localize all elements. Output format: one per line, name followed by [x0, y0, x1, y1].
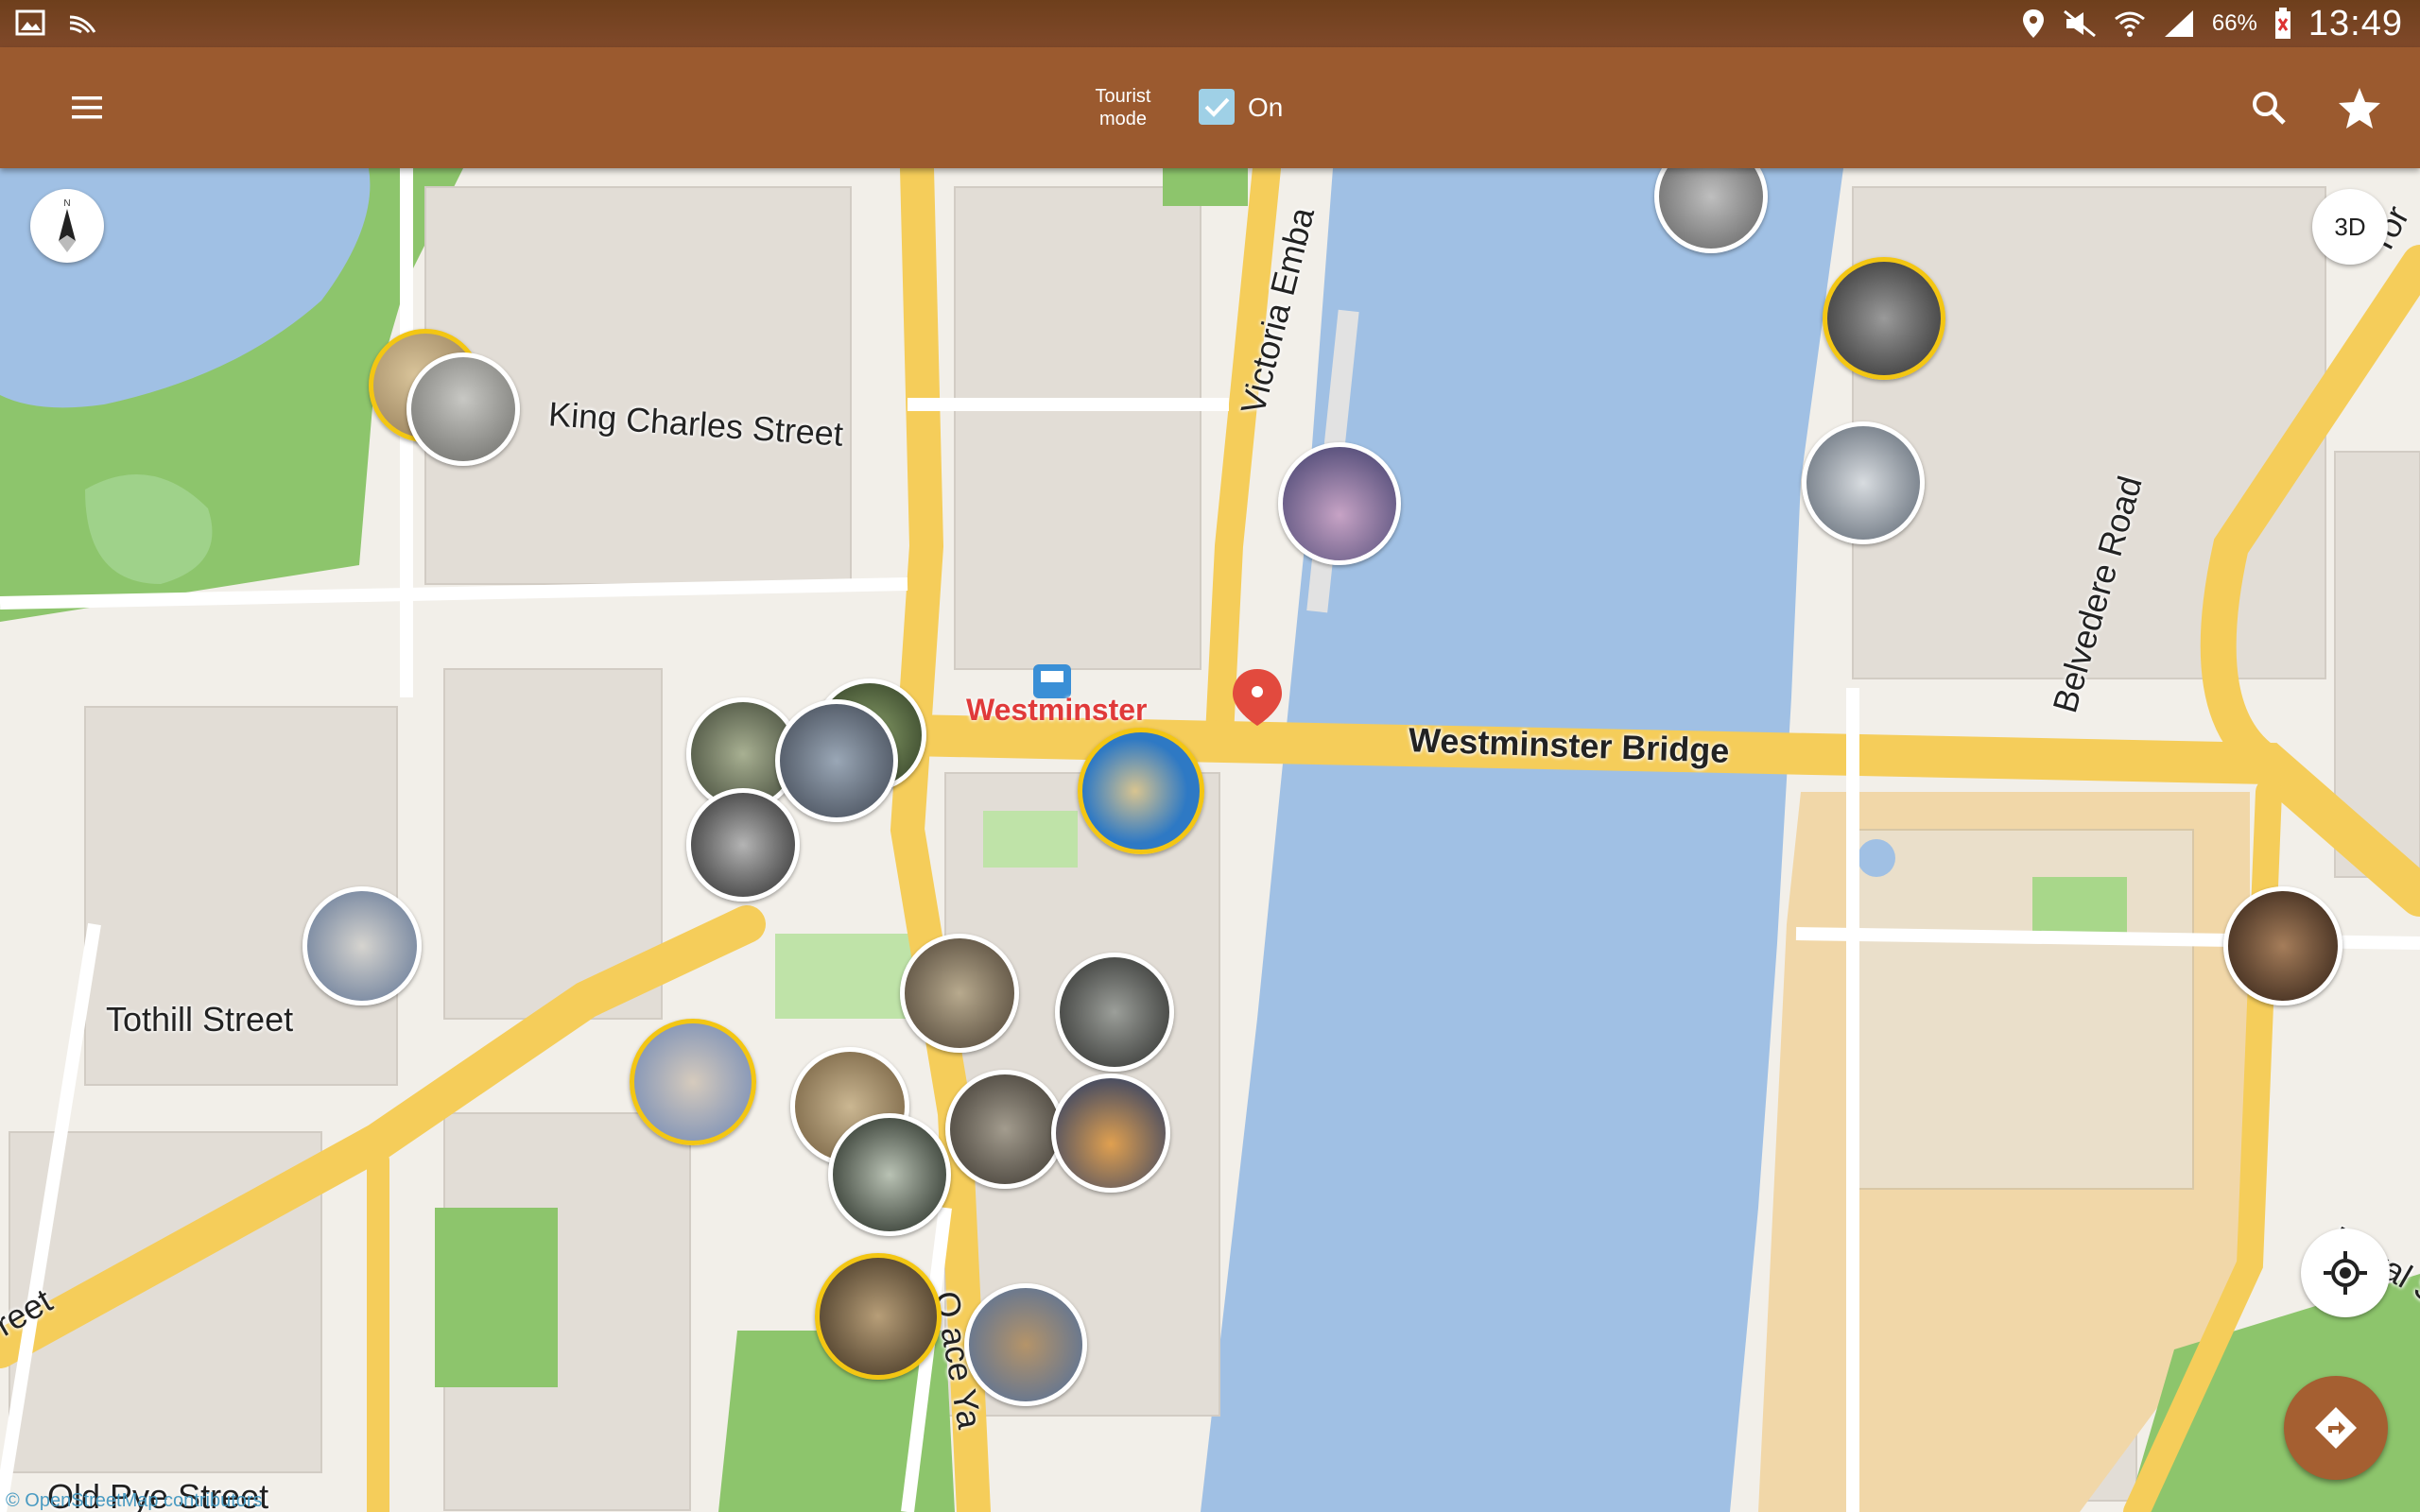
3d-toggle-button[interactable]: 3D: [2312, 189, 2388, 265]
poi-marker[interactable]: [945, 1070, 1064, 1189]
tourist-mode-label: Tourist mode: [1095, 86, 1151, 129]
hamburger-menu-icon[interactable]: [64, 85, 110, 130]
signal-icon: [2163, 9, 2195, 39]
poi-marker[interactable]: [630, 1019, 756, 1145]
compass-button[interactable]: N: [30, 189, 104, 263]
map-attribution[interactable]: © OpenStreetMap contributors: [6, 1490, 263, 1512]
poi-marker[interactable]: [686, 788, 800, 902]
compass-icon: N: [59, 198, 76, 252]
crosshair-icon: [2324, 1251, 2367, 1295]
location-icon: [2021, 8, 2046, 40]
poi-marker[interactable]: [1078, 728, 1204, 854]
tourist-mode-checkbox[interactable]: [1199, 89, 1235, 125]
gallery-notification-icon: [15, 8, 45, 38]
battery-percent: 66%: [2211, 10, 2257, 36]
battery-icon: [2274, 8, 2291, 40]
poi-marker[interactable]: [775, 699, 898, 822]
search-icon[interactable]: [2246, 85, 2291, 130]
clock: 13:49: [2308, 3, 2403, 43]
star-icon[interactable]: [2335, 83, 2384, 132]
station-label-westminster: Westminster: [966, 693, 1148, 727]
mute-icon: [2063, 9, 2097, 38]
app-toolbar: Tourist mode On: [0, 47, 2420, 168]
poi-marker[interactable]: [1802, 421, 1925, 544]
poi-marker[interactable]: [2223, 886, 2342, 1005]
my-location-button[interactable]: [2301, 1228, 2390, 1317]
poi-marker[interactable]: [964, 1283, 1087, 1406]
poi-marker[interactable]: [1278, 442, 1401, 565]
poi-marker[interactable]: [828, 1113, 951, 1236]
poi-marker[interactable]: [1051, 1074, 1170, 1193]
map-view[interactable]: King Charles Street Victoria Emba Westmi…: [0, 168, 2420, 1512]
poi-marker[interactable]: [900, 934, 1019, 1053]
directions-icon: [2315, 1407, 2357, 1449]
checkmark-icon: [1204, 97, 1230, 117]
poi-marker[interactable]: [815, 1253, 942, 1380]
poi-marker[interactable]: [302, 886, 422, 1005]
poi-marker[interactable]: [406, 352, 520, 466]
cast-notification-icon: [66, 8, 100, 38]
tourist-mode-value: On: [1248, 93, 1284, 122]
svg-text:N: N: [63, 198, 70, 209]
directions-button[interactable]: [2284, 1376, 2388, 1480]
status-bar: 66% 13:49: [0, 0, 2420, 47]
street-label-tothill: Tothill Street: [106, 1000, 294, 1039]
wifi-icon: [2114, 9, 2146, 38]
map-canvas[interactable]: [0, 168, 2420, 1512]
poi-marker[interactable]: [1055, 953, 1174, 1072]
poi-marker[interactable]: [1823, 257, 1945, 380]
